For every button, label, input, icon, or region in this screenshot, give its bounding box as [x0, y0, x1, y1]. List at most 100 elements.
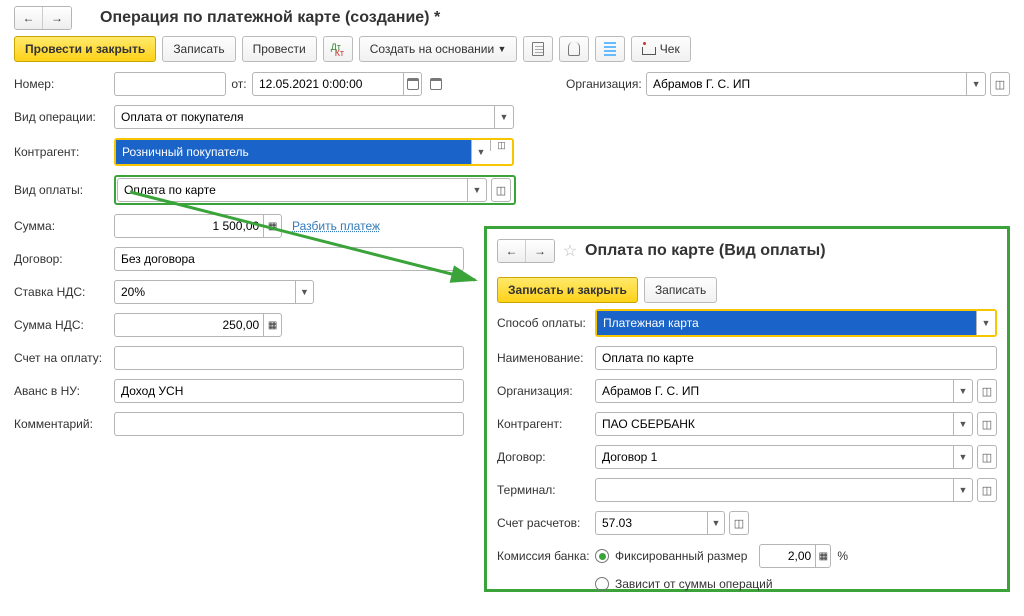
terminal-open-button[interactable]: ◫ — [977, 478, 997, 502]
panel-org-field[interactable]: ▼ — [595, 379, 973, 403]
calculator-icon[interactable]: ▦ — [815, 545, 830, 567]
radio-icon — [595, 577, 609, 591]
vat-sum-label: Сумма НДС: — [14, 318, 114, 332]
dropdown-icon[interactable]: ▼ — [966, 73, 985, 95]
panel-save-close-button[interactable]: Записать и закрыть — [497, 277, 638, 303]
comment-label: Комментарий: — [14, 417, 114, 431]
org-label: Организация: — [566, 77, 646, 91]
dropdown-icon[interactable]: ▼ — [953, 479, 972, 501]
panel-save-button[interactable]: Записать — [644, 277, 717, 303]
panel-nav-arrows: ← → — [497, 239, 555, 263]
panel-contract-label: Договор: — [497, 450, 595, 464]
commission-label: Комиссия банка: — [497, 549, 595, 563]
org-open-button[interactable]: ◫ — [990, 72, 1010, 96]
account-field[interactable]: ▼ — [595, 511, 725, 535]
counterparty-label: Контрагент: — [14, 145, 114, 159]
panel-org-label: Организация: — [497, 384, 595, 398]
percent-label: % — [837, 549, 848, 563]
calendar-icon[interactable] — [403, 73, 421, 95]
list-icon — [604, 42, 616, 56]
dropdown-icon[interactable]: ▼ — [953, 413, 972, 435]
pay-type-field[interactable]: ▼ — [117, 178, 487, 202]
list-button[interactable] — [595, 36, 625, 62]
invoice-label: Счет на оплату: — [14, 351, 114, 365]
panel-counterparty-label: Контрагент: — [497, 417, 595, 431]
submit-button[interactable]: Провести — [242, 36, 317, 62]
dtkt-icon — [331, 42, 345, 56]
commission-value-field[interactable]: ▦ — [759, 544, 831, 568]
panel-back-button[interactable]: ← — [498, 240, 526, 262]
back-button[interactable]: ← — [15, 7, 43, 29]
receipt-icon — [642, 42, 656, 56]
extra-doc-button[interactable] — [523, 36, 553, 62]
dropdown-icon[interactable]: ▼ — [471, 140, 490, 164]
counterparty-open-button[interactable]: ◫ — [490, 140, 512, 151]
vat-rate-field[interactable]: ▼ — [114, 280, 314, 304]
panel-counterparty-field[interactable]: ▼ — [595, 412, 973, 436]
document-icon — [532, 42, 544, 56]
number-label: Номер: — [14, 77, 114, 91]
paperclip-icon — [568, 42, 580, 56]
create-based-button[interactable]: Создать на основании ▼ — [359, 36, 518, 62]
method-field[interactable]: ▼ — [597, 311, 995, 335]
from-label: от: — [226, 77, 252, 91]
panel-contract-field[interactable]: ▼ — [595, 445, 973, 469]
name-label: Наименование: — [497, 351, 595, 365]
panel-title: Оплата по карте (Вид оплаты) — [585, 242, 826, 260]
terminal-label: Терминал: — [497, 483, 595, 497]
panel-contract-open-button[interactable]: ◫ — [977, 445, 997, 469]
contract-field[interactable] — [114, 247, 464, 271]
op-type-field[interactable]: ▼ — [114, 105, 514, 129]
date-field[interactable] — [252, 72, 422, 96]
dropdown-icon[interactable]: ▼ — [295, 281, 313, 303]
account-label: Счет расчетов: — [497, 516, 595, 530]
pay-type-label: Вид оплаты: — [14, 183, 114, 197]
dropdown-icon[interactable]: ▼ — [953, 380, 972, 402]
sum-field[interactable]: ▦ — [114, 214, 282, 238]
main-button-row: Провести и закрыть Записать Провести Соз… — [0, 30, 1024, 68]
terminal-field[interactable]: ▼ — [595, 478, 973, 502]
contract-label: Договор: — [14, 252, 114, 266]
advance-field[interactable] — [114, 379, 464, 403]
payment-type-panel: ← → ☆ Оплата по карте (Вид оплаты) Запис… — [484, 226, 1010, 592]
dropdown-icon[interactable]: ▼ — [467, 179, 486, 201]
panel-counterparty-open-button[interactable]: ◫ — [977, 412, 997, 436]
op-type-label: Вид операции: — [14, 110, 114, 124]
header-toolbar: ← → Операция по платежной карте (создани… — [0, 0, 1024, 30]
dropdown-icon[interactable]: ▼ — [707, 512, 724, 534]
record-button[interactable]: Записать — [162, 36, 235, 62]
vat-rate-label: Ставка НДС: — [14, 285, 114, 299]
dropdown-icon[interactable]: ▼ — [953, 446, 972, 468]
split-payment-link[interactable]: Разбить платеж — [292, 219, 380, 233]
favorite-star-icon[interactable]: ☆ — [561, 242, 579, 260]
panel-org-open-button[interactable]: ◫ — [977, 379, 997, 403]
submit-close-button[interactable]: Провести и закрыть — [14, 36, 156, 62]
comment-field[interactable] — [114, 412, 464, 436]
panel-forward-button[interactable]: → — [526, 240, 554, 262]
attach-button[interactable] — [559, 36, 589, 62]
date-lock-button[interactable] — [426, 72, 446, 96]
account-open-button[interactable]: ◫ — [729, 511, 749, 535]
method-label: Способ оплаты: — [497, 316, 595, 330]
pay-type-open-button[interactable]: ◫ — [491, 178, 511, 202]
page-title: Операция по платежной карте (создание) * — [100, 9, 440, 27]
invoice-field[interactable] — [114, 346, 464, 370]
commission-fixed-radio[interactable]: Фиксированный размер — [595, 549, 747, 563]
dropdown-icon[interactable]: ▼ — [976, 311, 995, 335]
advance-label: Аванс в НУ: — [14, 384, 114, 398]
org-field[interactable]: ▼ — [646, 72, 986, 96]
dropdown-icon[interactable]: ▼ — [494, 106, 513, 128]
number-field[interactable] — [114, 72, 226, 96]
cheque-button[interactable]: Чек — [631, 36, 690, 62]
vat-sum-field[interactable]: ▦ — [114, 313, 282, 337]
commission-depends-radio[interactable]: Зависит от суммы операций — [595, 577, 773, 591]
sum-label: Сумма: — [14, 219, 114, 233]
forward-button[interactable]: → — [43, 7, 71, 29]
radio-icon — [595, 549, 609, 563]
nav-arrows: ← → — [14, 6, 72, 30]
name-field[interactable] — [595, 346, 997, 370]
calculator-icon[interactable]: ▦ — [263, 215, 281, 237]
calculator-icon[interactable]: ▦ — [263, 314, 281, 336]
counterparty-field[interactable]: ▼ — [116, 140, 490, 164]
dtkt-button[interactable] — [323, 36, 353, 62]
